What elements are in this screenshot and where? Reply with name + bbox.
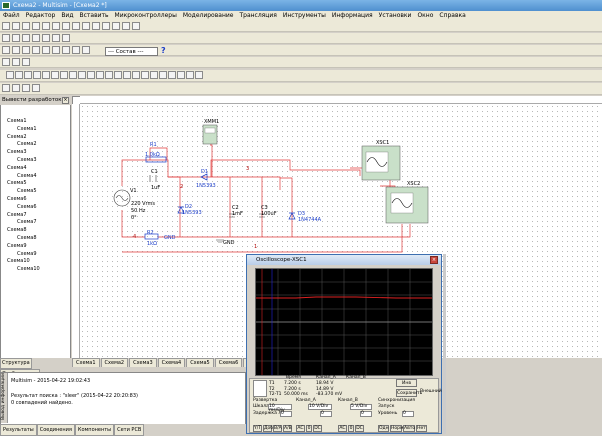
xpos-field[interactable]: 0 (280, 411, 292, 417)
trigger-normal-button[interactable]: Норм (390, 425, 403, 432)
output-side-label: Вывод информации (1, 373, 6, 420)
oscilloscope-grid (256, 269, 432, 375)
cha-zero-button[interactable]: 0 (306, 425, 312, 432)
d1-label: D1 (201, 169, 209, 175)
xsc2-label: XSC2 (407, 181, 421, 187)
edge-label: Запуск (378, 404, 395, 409)
mode-yt-button[interactable]: Y/T (253, 425, 262, 432)
output-line-title: Multisim - 2015-04-22 19:02:43 (11, 378, 91, 384)
r2-label: R2 (147, 230, 154, 236)
cha-ypos-field[interactable]: 0 (320, 411, 332, 417)
oscilloscope-title-bar: Oscilloscope-XSC1 × (247, 255, 441, 265)
output-tabs: Результаты Соединения Компоненты Сети PCB (0, 424, 246, 436)
oscilloscope-screen (255, 268, 433, 376)
mode-ba-button[interactable]: B/A (273, 425, 282, 432)
xsc1-label: XSC1 (376, 140, 390, 146)
chb-zero-button[interactable]: 0 (348, 425, 354, 432)
mode-add-button[interactable]: Доб (263, 425, 273, 432)
cha-scale-field[interactable]: 10 V/Div (308, 404, 332, 410)
trigger-single-button[interactable]: Одн (378, 425, 389, 432)
trigger-auto-button[interactable]: Авто (403, 425, 415, 432)
d2-value: 1N5393 (182, 210, 202, 216)
chb-scale-field[interactable]: 5 V/Div (350, 404, 372, 410)
v1-frequency: 50 Hz (131, 208, 146, 214)
v1-phase: 0° (131, 215, 137, 221)
output-tab-2[interactable]: Компоненты (74, 424, 115, 436)
save-button[interactable]: Сохранить (396, 389, 422, 397)
net-label-1: 1 (254, 244, 258, 250)
oscilloscope-title: Oscilloscope-XSC1 (256, 257, 307, 263)
cha-dc-button[interactable]: DC (313, 425, 322, 432)
output-tab-0[interactable]: Результаты (0, 424, 37, 436)
doc-tab-2[interactable]: Схема3 (129, 358, 157, 367)
doc-tab-5[interactable]: Схема6 (214, 358, 243, 367)
gnd-label-2: GND (223, 240, 235, 246)
output-side-strip: Вывод информации (1, 373, 8, 423)
ext-trigger-label: Внешний (420, 389, 442, 394)
level-field[interactable]: 0 (402, 411, 414, 417)
d1-value: 1N5393 (196, 183, 216, 189)
r2-value: 1kΩ (147, 241, 157, 247)
close-icon[interactable]: × (430, 256, 438, 264)
output-line-result: 0 совпадений найдено. (11, 400, 73, 406)
doc-tab-4[interactable]: Схема5 (186, 358, 214, 367)
oscilloscope-shadow (443, 254, 446, 434)
reverse-button[interactable]: Инв (396, 379, 417, 387)
doc-tab-0[interactable]: Схема1 (72, 358, 100, 367)
net-label-4: 4 (133, 234, 137, 240)
c1-label: C1 (151, 169, 158, 175)
xpos-label: Задержка X (253, 411, 282, 416)
cha-ac-button[interactable]: AC (296, 425, 305, 432)
cursor-arrows[interactable] (253, 380, 267, 397)
chb-col-header: Канал_B (346, 375, 366, 380)
d3-value: 1N4744A (298, 217, 322, 223)
mode-ab-button[interactable]: A/B (283, 425, 292, 432)
timebase-scale-field[interactable]: 10 ms/Div (268, 404, 292, 413)
xmm1-label: XMM1 (204, 119, 220, 125)
c3-value: 100uF (261, 211, 277, 217)
trigger-none-button[interactable]: Нет (416, 425, 427, 432)
output-tab-1[interactable]: Соединения (36, 424, 75, 436)
r1-value: 1.0kΩ (145, 152, 160, 158)
chb-dc-button[interactable]: DC (355, 425, 364, 432)
output-line-search: Результат поиска : "sleer" (2015-04-22 2… (11, 393, 138, 399)
output-tab-3[interactable]: Сети PCB (114, 424, 145, 436)
doc-tab-3[interactable]: Схема4 (157, 358, 186, 367)
oscilloscope-controls: T1 T2 T2-T1 Время 7.200 s 7.200 s 50.000… (249, 375, 442, 433)
doc-tab-1[interactable]: Схема2 (100, 358, 129, 367)
c2-value: 1mF (232, 211, 243, 217)
oscilloscope-window[interactable]: Oscilloscope-XSC1 × T1 T2 T2-T1 Время 7.… (246, 254, 442, 434)
v1-amplitude: 220 Vrms (131, 201, 155, 207)
net-label-2: 2 (180, 184, 184, 190)
v1-label: V1 (130, 188, 137, 194)
net-label-3: 3 (246, 166, 250, 172)
chb-ypos-field[interactable]: 0 (360, 411, 372, 417)
gnd-label: GND (164, 235, 176, 241)
c1-value: 1uF (151, 185, 161, 191)
level-label: Уровень (378, 411, 398, 416)
r1-label: R1 (150, 142, 157, 148)
scale-label: Шкала (253, 404, 269, 409)
chb-ac-button[interactable]: AC (338, 425, 347, 432)
